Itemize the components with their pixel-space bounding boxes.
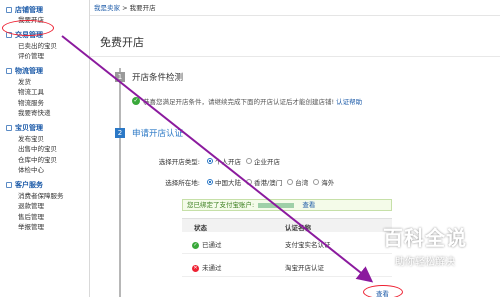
row-status: 未通过 [202, 264, 222, 272]
help-link[interactable]: 认证帮助 [336, 96, 362, 106]
option-enterprise: 企业开店 [254, 158, 280, 166]
row-name: 淘宝开店认证 [285, 264, 324, 272]
breadcrumb-root[interactable]: 我是卖家 [94, 4, 120, 12]
verify-box: 您已绑定了支付宝账户: 查看 [182, 199, 392, 211]
divider [90, 56, 500, 57]
region-row: 选择所在地: 中国大陆 香港/澳门 台湾 海外 [146, 177, 336, 187]
section-title: 物流管理 [15, 67, 43, 75]
sidebar-item-reviews[interactable]: 评价管理 [6, 51, 89, 62]
verify-text: 您已绑定了支付宝账户: [187, 201, 255, 209]
watermark-sub: 助你轻松解决 [395, 257, 455, 268]
section-icon [6, 125, 12, 131]
step-title-2: 申请开店认证 [132, 129, 184, 139]
section-icon [6, 68, 12, 74]
section-title: 宝贝管理 [15, 124, 43, 132]
sidebar-item-publish[interactable]: 发布宝贝 [6, 134, 89, 145]
watermark: 百科全说 助你轻松解决 [350, 222, 500, 268]
step-line [119, 68, 121, 297]
step-badge-1: 1 [115, 72, 125, 82]
option-mainland: 中国大陆 [215, 179, 241, 187]
sidebar-item-express[interactable]: 我要寄快递 [6, 108, 89, 119]
sidebar-item-tools[interactable]: 物流工具 [6, 87, 89, 98]
sidebar-section-items: 宝贝管理 发布宝贝 出售中的宝贝 仓库中的宝贝 体检中心 [0, 123, 89, 176]
sidebar-item-warehouse[interactable]: 仓库中的宝贝 [6, 155, 89, 166]
redacted-account [258, 202, 295, 208]
option-overseas: 海外 [321, 179, 335, 187]
check-icon: ✓ [192, 241, 199, 249]
step-title-1: 开店条件检测 [132, 73, 184, 83]
sidebar-item-service[interactable]: 物流服务 [6, 98, 89, 109]
breadcrumb: 我是卖家 > 我要开店 [90, 0, 500, 16]
radio-taiwan[interactable] [287, 179, 294, 185]
notice-message: ✓ 恭喜您满足开店条件，请继续完成下面的开店认证后才能创建店铺! 认证帮助 [132, 96, 362, 106]
section-icon [6, 182, 12, 188]
radio-overseas[interactable] [313, 179, 320, 185]
sidebar-item-ship[interactable]: 发货 [6, 77, 89, 88]
radio-personal[interactable] [207, 158, 213, 164]
section-title: 客户服务 [15, 181, 43, 189]
sidebar-section-logistics: 物流管理 发货 物流工具 物流服务 我要寄快递 [0, 66, 89, 119]
th-status: 状态 [194, 224, 207, 232]
cross-icon: ✕ [192, 264, 199, 272]
row-status: 已通过 [202, 241, 222, 249]
radio-enterprise[interactable] [246, 158, 252, 164]
shop-type-row: 选择开店类型: 个人开店 企业开店 [146, 156, 282, 166]
breadcrumb-current: 我要开店 [129, 4, 156, 12]
shop-type-label: 选择开店类型: [158, 158, 200, 166]
th-name: 认证名称 [285, 224, 311, 232]
section-title: 店铺管理 [15, 5, 43, 14]
sidebar: 店铺管理 我要开店 交易管理 已卖出的宝贝 评价管理 物流管理 发货 物流工具 … [0, 0, 90, 297]
region-label: 选择所在地: [165, 179, 200, 187]
sidebar-item-checkup[interactable]: 体检中心 [6, 165, 89, 176]
sidebar-item-refund[interactable]: 退款管理 [6, 201, 89, 212]
section-icon [6, 6, 12, 13]
check-icon: ✓ [132, 97, 140, 105]
sidebar-section-customer: 客户服务 消费者保障服务 退款管理 售后管理 举报管理 [0, 180, 89, 233]
highlight-circle [2, 20, 54, 36]
row-name: 支付宝实名认证 [285, 241, 331, 249]
highlight-circle [363, 285, 403, 297]
notice-text: 恭喜您满足开店条件，请继续完成下面的开店认证后才能创建店铺! [143, 98, 335, 106]
sidebar-item-on-sale[interactable]: 出售中的宝贝 [6, 144, 89, 155]
sidebar-item-aftersale[interactable]: 售后管理 [6, 212, 89, 223]
option-personal: 个人开店 [215, 158, 241, 166]
step-badge-2: 2 [115, 128, 125, 138]
radio-hkmo[interactable] [246, 179, 252, 185]
verify-view-link[interactable]: 查看 [302, 201, 315, 209]
breadcrumb-sep: > [122, 4, 128, 12]
page-title: 免费开店 [100, 36, 144, 49]
radio-mainland[interactable] [207, 179, 213, 185]
option-taiwan: 台湾 [295, 179, 309, 187]
sidebar-item-sold[interactable]: 已卖出的宝贝 [6, 41, 89, 52]
watermark-logo: 百科全说 [383, 226, 467, 250]
sidebar-item-report[interactable]: 举报管理 [6, 222, 89, 233]
sidebar-item-protection[interactable]: 消费者保障服务 [6, 191, 89, 202]
option-hkmo: 香港/澳门 [254, 179, 283, 187]
